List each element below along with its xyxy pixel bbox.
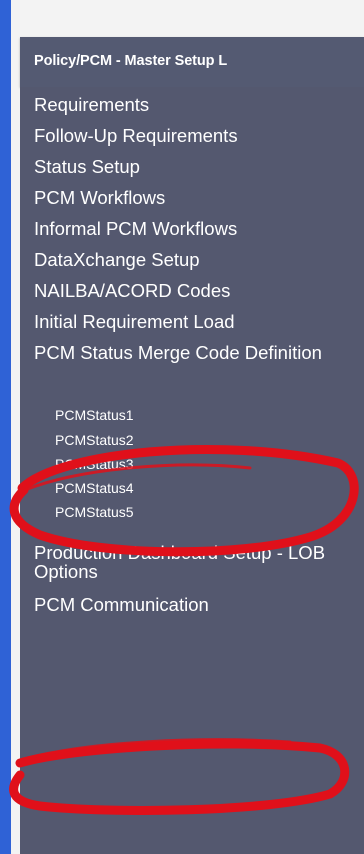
nav-item-pcm-status-merge-code-definition[interactable]: PCM Status Merge Code Definition [34, 343, 334, 362]
left-edge-border [0, 0, 11, 854]
nav-item-pcm-communication[interactable]: PCM Communication [34, 595, 209, 615]
sub-item-pcmstatus4[interactable]: PCMStatus4 [55, 480, 134, 496]
nav-item-initial-requirement-load[interactable]: Initial Requirement Load [34, 312, 235, 332]
nav-item-requirements[interactable]: Requirements [34, 95, 149, 115]
page-header: Policy/PCM - Master Setup L [20, 37, 364, 87]
nav-item-informal-pcm-workflows[interactable]: Informal PCM Workflows [34, 219, 237, 239]
nav-item-nailba-acord-codes[interactable]: NAILBA/ACORD Codes [34, 281, 230, 301]
nav-item-status-setup[interactable]: Status Setup [34, 157, 140, 177]
page-title: Policy/PCM - Master Setup L [34, 53, 228, 69]
nav-item-dataxchange-setup[interactable]: DataXchange Setup [34, 250, 200, 270]
nav-item-pcm-workflows[interactable]: PCM Workflows [34, 188, 165, 208]
nav-item-follow-up-requirements[interactable]: Follow-Up Requirements [34, 126, 238, 146]
nav-item-production-dashboard-setup[interactable]: Production Dashboard Setup - LOB Options [34, 543, 334, 581]
sub-item-pcmstatus1[interactable]: PCMStatus1 [55, 407, 134, 423]
sub-item-pcmstatus5[interactable]: PCMStatus5 [55, 504, 134, 520]
setup-nav-panel: Requirements Follow-Up Requirements Stat… [20, 87, 364, 854]
sub-item-pcmstatus2[interactable]: PCMStatus2 [55, 432, 134, 448]
sub-item-pcmstatus3[interactable]: PCMStatus3 [55, 456, 134, 472]
